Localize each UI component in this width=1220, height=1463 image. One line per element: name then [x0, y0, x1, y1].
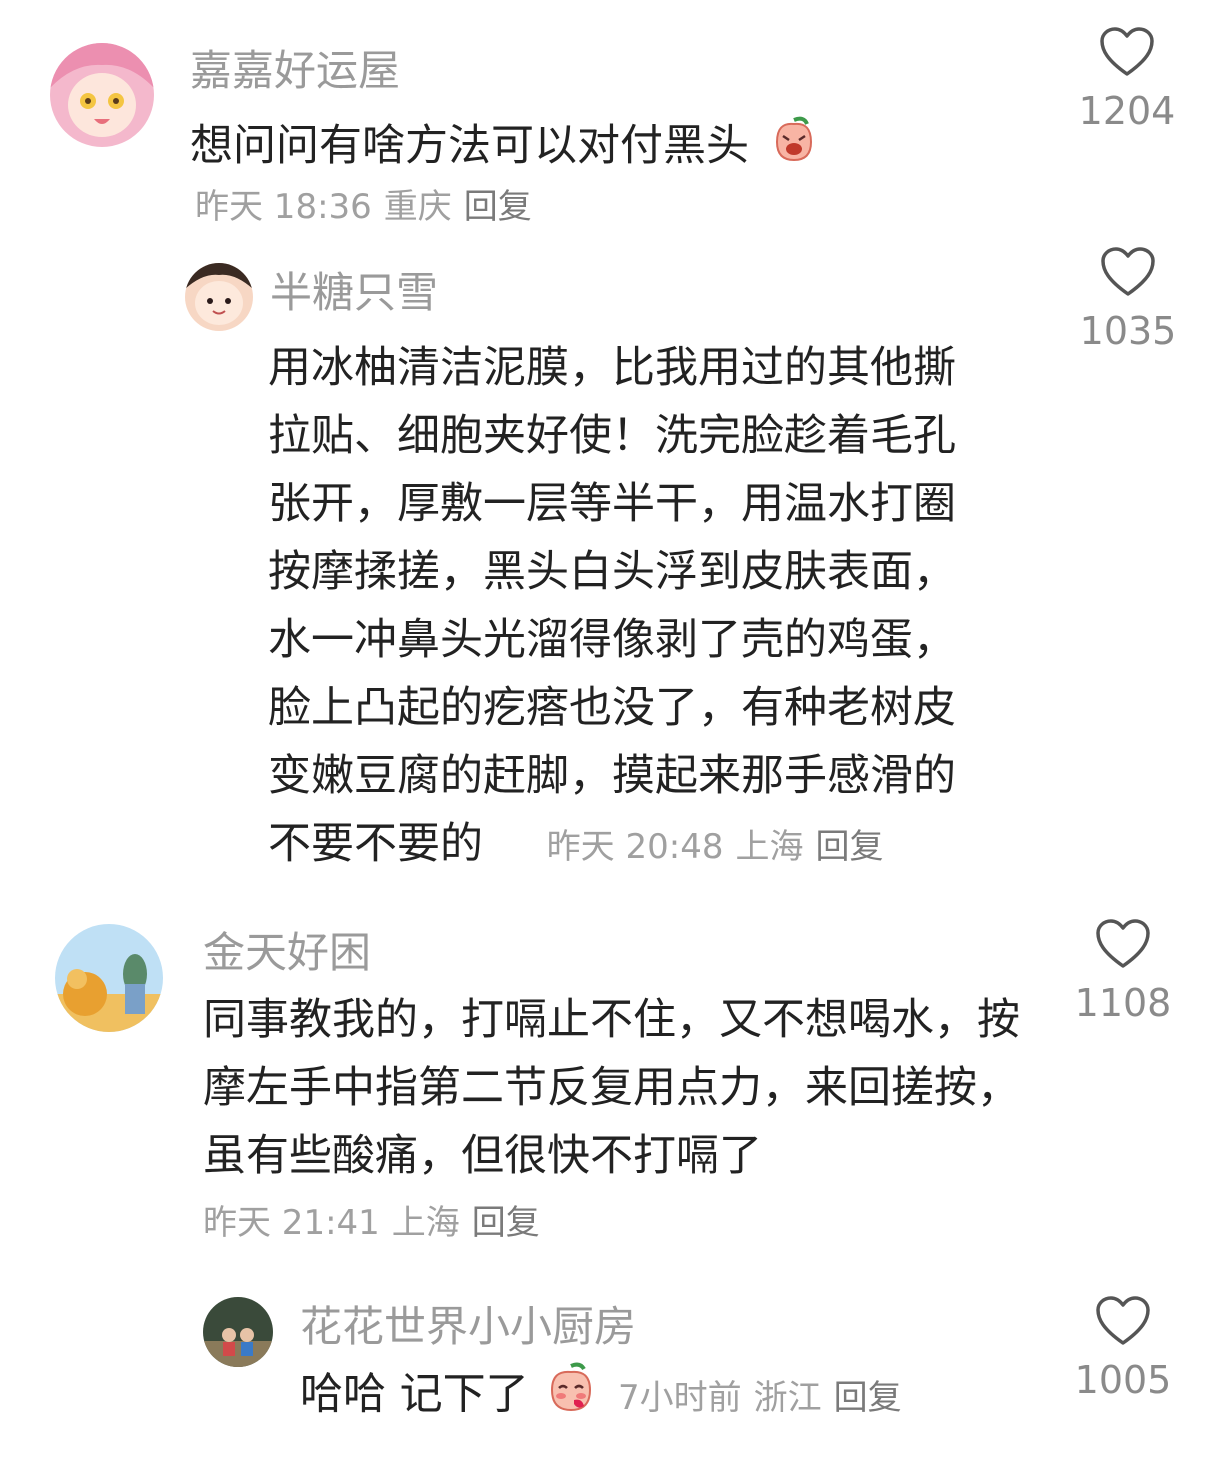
comment-meta: 昨天 21:41 上海 回复	[203, 1206, 552, 1240]
comment-line: 不要不要的	[268, 819, 483, 869]
comment-line: 变嫩豆腐的赶脚，摸起来那手感滑的	[268, 751, 956, 801]
like-count: 1204	[1078, 89, 1176, 133]
comment-text: 哈哈 记下了 7小时前 浙江 回复	[300, 1360, 914, 1434]
like-group: 1108	[1063, 918, 1183, 1022]
username[interactable]: 嘉嘉好运屋	[190, 50, 400, 92]
comment-time: 昨天 20:48	[546, 827, 724, 867]
comment-line: 脸上凸起的疙瘩也没了，有种老树皮	[268, 683, 956, 733]
comment-location: 上海	[391, 1203, 460, 1243]
avatar[interactable]	[50, 43, 154, 147]
comment-line: 张开，厚敷一层等半干，用温水打圈	[268, 479, 956, 529]
like-group: 1035	[1068, 246, 1188, 350]
reply-button[interactable]: 回复	[472, 1203, 540, 1243]
comment-line: 拉贴、细胞夹好使！洗完脸趁着毛孔	[268, 411, 956, 461]
blushing-peach-emoji	[544, 1360, 598, 1434]
heart-outline-icon[interactable]	[1063, 1295, 1183, 1351]
reply-button[interactable]: 回复	[815, 827, 883, 867]
avatar[interactable]	[55, 924, 163, 1032]
like-count: 1108	[1074, 981, 1172, 1025]
comment-meta: 7小时前 浙江 回复	[618, 1378, 914, 1418]
like-group: 1005	[1063, 1295, 1183, 1399]
comment-line: 用冰柚清洁泥膜，比我用过的其他撕	[268, 343, 956, 393]
comment-line: 同事教我的，打嗝止不住，又不想喝水，按	[203, 995, 1020, 1045]
comment-last-line: 不要不要的 昨天 20:48 上海 回复	[268, 810, 1028, 878]
like-group: 1204	[1067, 26, 1187, 130]
username[interactable]: 金天好困	[203, 932, 371, 974]
comment-text: 用冰柚清洁泥膜，比我用过的其他撕 拉贴、细胞夹好使！洗完脸趁着毛孔 张开，厚敷一…	[268, 334, 1028, 878]
comment-location: 重庆	[383, 187, 452, 227]
heart-outline-icon[interactable]	[1067, 26, 1187, 82]
comment-meta: 昨天 20:48 上海 回复	[547, 827, 896, 867]
username[interactable]: 半糖只雪	[270, 272, 438, 314]
comment-text: 同事教我的，打嗝止不住，又不想喝水，按 摩左手中指第二节反复用点力，来回搓按， …	[203, 986, 1043, 1190]
comment-line: 水一冲鼻头光溜得像剥了壳的鸡蛋，	[268, 615, 956, 665]
comment-time: 7小时前	[618, 1377, 742, 1418]
reply-button[interactable]: 回复	[464, 187, 532, 227]
reply-button[interactable]: 回复	[834, 1378, 902, 1418]
heart-outline-icon[interactable]	[1063, 918, 1183, 974]
heart-outline-icon[interactable]	[1068, 246, 1188, 302]
comment-text-content: 想问问有啥方法可以对付黑头	[190, 121, 749, 171]
username[interactable]: 花花世界小小厨房	[300, 1306, 636, 1348]
crying-peach-emoji	[769, 114, 819, 184]
comment-text: 想问问有啥方法可以对付黑头	[190, 112, 819, 184]
like-count: 1005	[1074, 1358, 1172, 1402]
avatar[interactable]	[185, 263, 253, 331]
like-count: 1035	[1079, 309, 1177, 353]
comment-line: 虽有些酸痛，但很快不打嗝了	[203, 1131, 762, 1181]
comment-meta: 昨天 18:36 重庆 回复	[195, 190, 544, 224]
comment-location: 上海	[735, 827, 804, 867]
comment-text-content: 哈哈 记下了	[300, 1369, 529, 1420]
comment-time: 昨天 18:36	[195, 187, 372, 227]
comment-location: 浙江	[753, 1377, 822, 1418]
comment-line: 摩左手中指第二节反复用点力，来回搓按，	[203, 1063, 1020, 1113]
comment-time: 昨天 21:41	[203, 1203, 380, 1243]
comment-line: 按摩揉搓，黑头白头浮到皮肤表面，	[268, 547, 956, 597]
avatar[interactable]	[203, 1297, 273, 1367]
